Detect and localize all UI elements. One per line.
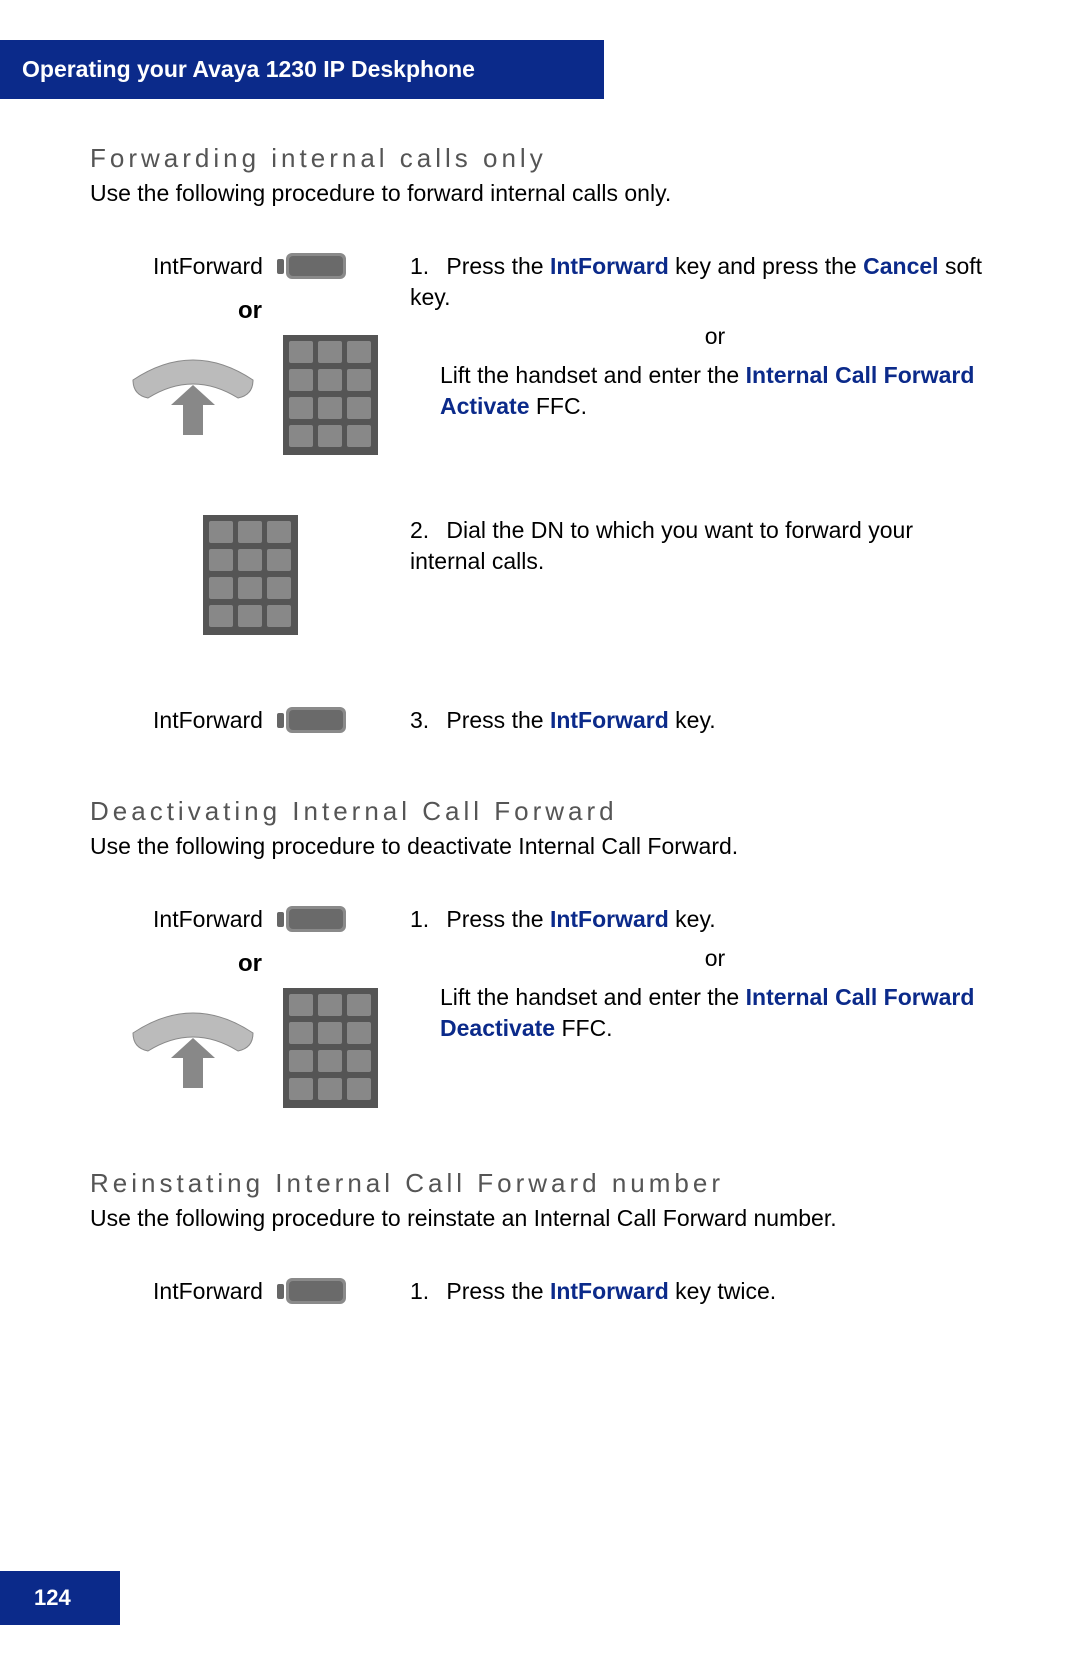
section3-step1-text: 1. Press the IntForward key twice. (410, 1276, 990, 1307)
step-text: key. (669, 707, 716, 733)
step-text: Press the (446, 906, 550, 932)
highlight-intforward: IntForward (550, 1278, 669, 1304)
keypad-icon (283, 988, 378, 1108)
section1-step1-row: IntForward or (90, 251, 990, 455)
section2-step1-text: 1. Press the IntForward key. or Lift the… (410, 904, 990, 1044)
section1-step3-row: IntForward 3. Press the IntForward key. (90, 705, 990, 736)
step-number: 1. (410, 251, 440, 282)
step-text: key. (669, 906, 716, 932)
softkey-icon (277, 1276, 347, 1306)
section1-step1-text: 1. Press the IntForward key and press th… (410, 251, 990, 422)
section3-intro: Use the following procedure to reinstate… (90, 1205, 990, 1232)
section2-intro: Use the following procedure to deactivat… (90, 833, 990, 860)
header-bar: Operating your Avaya 1230 IP Deskphone (0, 40, 604, 99)
keypad-icon (283, 335, 378, 455)
highlight-cancel: Cancel (863, 253, 938, 279)
step-text: key and press the (669, 253, 863, 279)
keypad-icon (203, 515, 298, 635)
section1-step2-icons (90, 515, 410, 635)
header-title: Operating your Avaya 1230 IP Deskphone (22, 56, 475, 82)
intforward-label: IntForward (153, 906, 263, 933)
section3-step1-icons: IntForward (90, 1276, 410, 1306)
step-or: or (440, 943, 990, 974)
page: Operating your Avaya 1230 IP Deskphone F… (0, 0, 1080, 1669)
highlight-intforward: IntForward (550, 906, 669, 932)
intforward-key-row: IntForward (153, 1276, 347, 1306)
section3-title: Reinstating Internal Call Forward number (90, 1168, 990, 1199)
step-text: Dial the DN to which you want to forward… (410, 517, 913, 574)
intforward-label: IntForward (153, 253, 263, 280)
section1-step3-text: 3. Press the IntForward key. (410, 705, 990, 736)
handset-lift-icon (123, 350, 263, 440)
step-text: Press the (446, 1278, 550, 1304)
content: Forwarding internal calls only Use the f… (0, 143, 1080, 1307)
step-text: Lift the handset and enter the (440, 984, 746, 1010)
step-number: 2. (410, 515, 440, 546)
step-number: 1. (410, 1276, 440, 1307)
step-number: 1. (410, 904, 440, 935)
or-label: or (238, 950, 262, 978)
softkey-icon (277, 251, 347, 281)
intforward-key-row: IntForward (153, 904, 347, 934)
section1-step2-row: 2. Dial the DN to which you want to forw… (90, 515, 990, 635)
section1-step3-icons: IntForward (90, 705, 410, 735)
step-or: or (440, 321, 990, 352)
section2-title: Deactivating Internal Call Forward (90, 796, 990, 827)
page-number-box: 124 (0, 1571, 120, 1625)
step-text: key twice. (669, 1278, 776, 1304)
softkey-icon (277, 904, 347, 934)
section1-title: Forwarding internal calls only (90, 143, 990, 174)
step-text: Press the (446, 253, 550, 279)
or-label: or (238, 297, 262, 325)
section1-intro: Use the following procedure to forward i… (90, 180, 990, 207)
section1-step2-text: 2. Dial the DN to which you want to forw… (410, 515, 990, 577)
intforward-label: IntForward (153, 1278, 263, 1305)
intforward-key-row: IntForward (153, 705, 347, 735)
section3-step1-row: IntForward 1. Press the IntForward key t… (90, 1276, 990, 1307)
handset-lift-icon (123, 1003, 263, 1093)
section2-step1-row: IntForward or (90, 904, 990, 1108)
step-text: Press the (446, 707, 550, 733)
intforward-key-row: IntForward (153, 251, 347, 281)
step-text: FFC. (529, 393, 587, 419)
section1-step1-icons: IntForward or (90, 251, 410, 455)
softkey-icon (277, 705, 347, 735)
page-number: 124 (34, 1585, 71, 1610)
highlight-intforward: IntForward (550, 253, 669, 279)
intforward-label: IntForward (153, 707, 263, 734)
step-number: 3. (410, 705, 440, 736)
highlight-intforward: IntForward (550, 707, 669, 733)
step-text: FFC. (555, 1015, 613, 1041)
section2-step1-icons: IntForward or (90, 904, 410, 1108)
step-text: Lift the handset and enter the (440, 362, 746, 388)
